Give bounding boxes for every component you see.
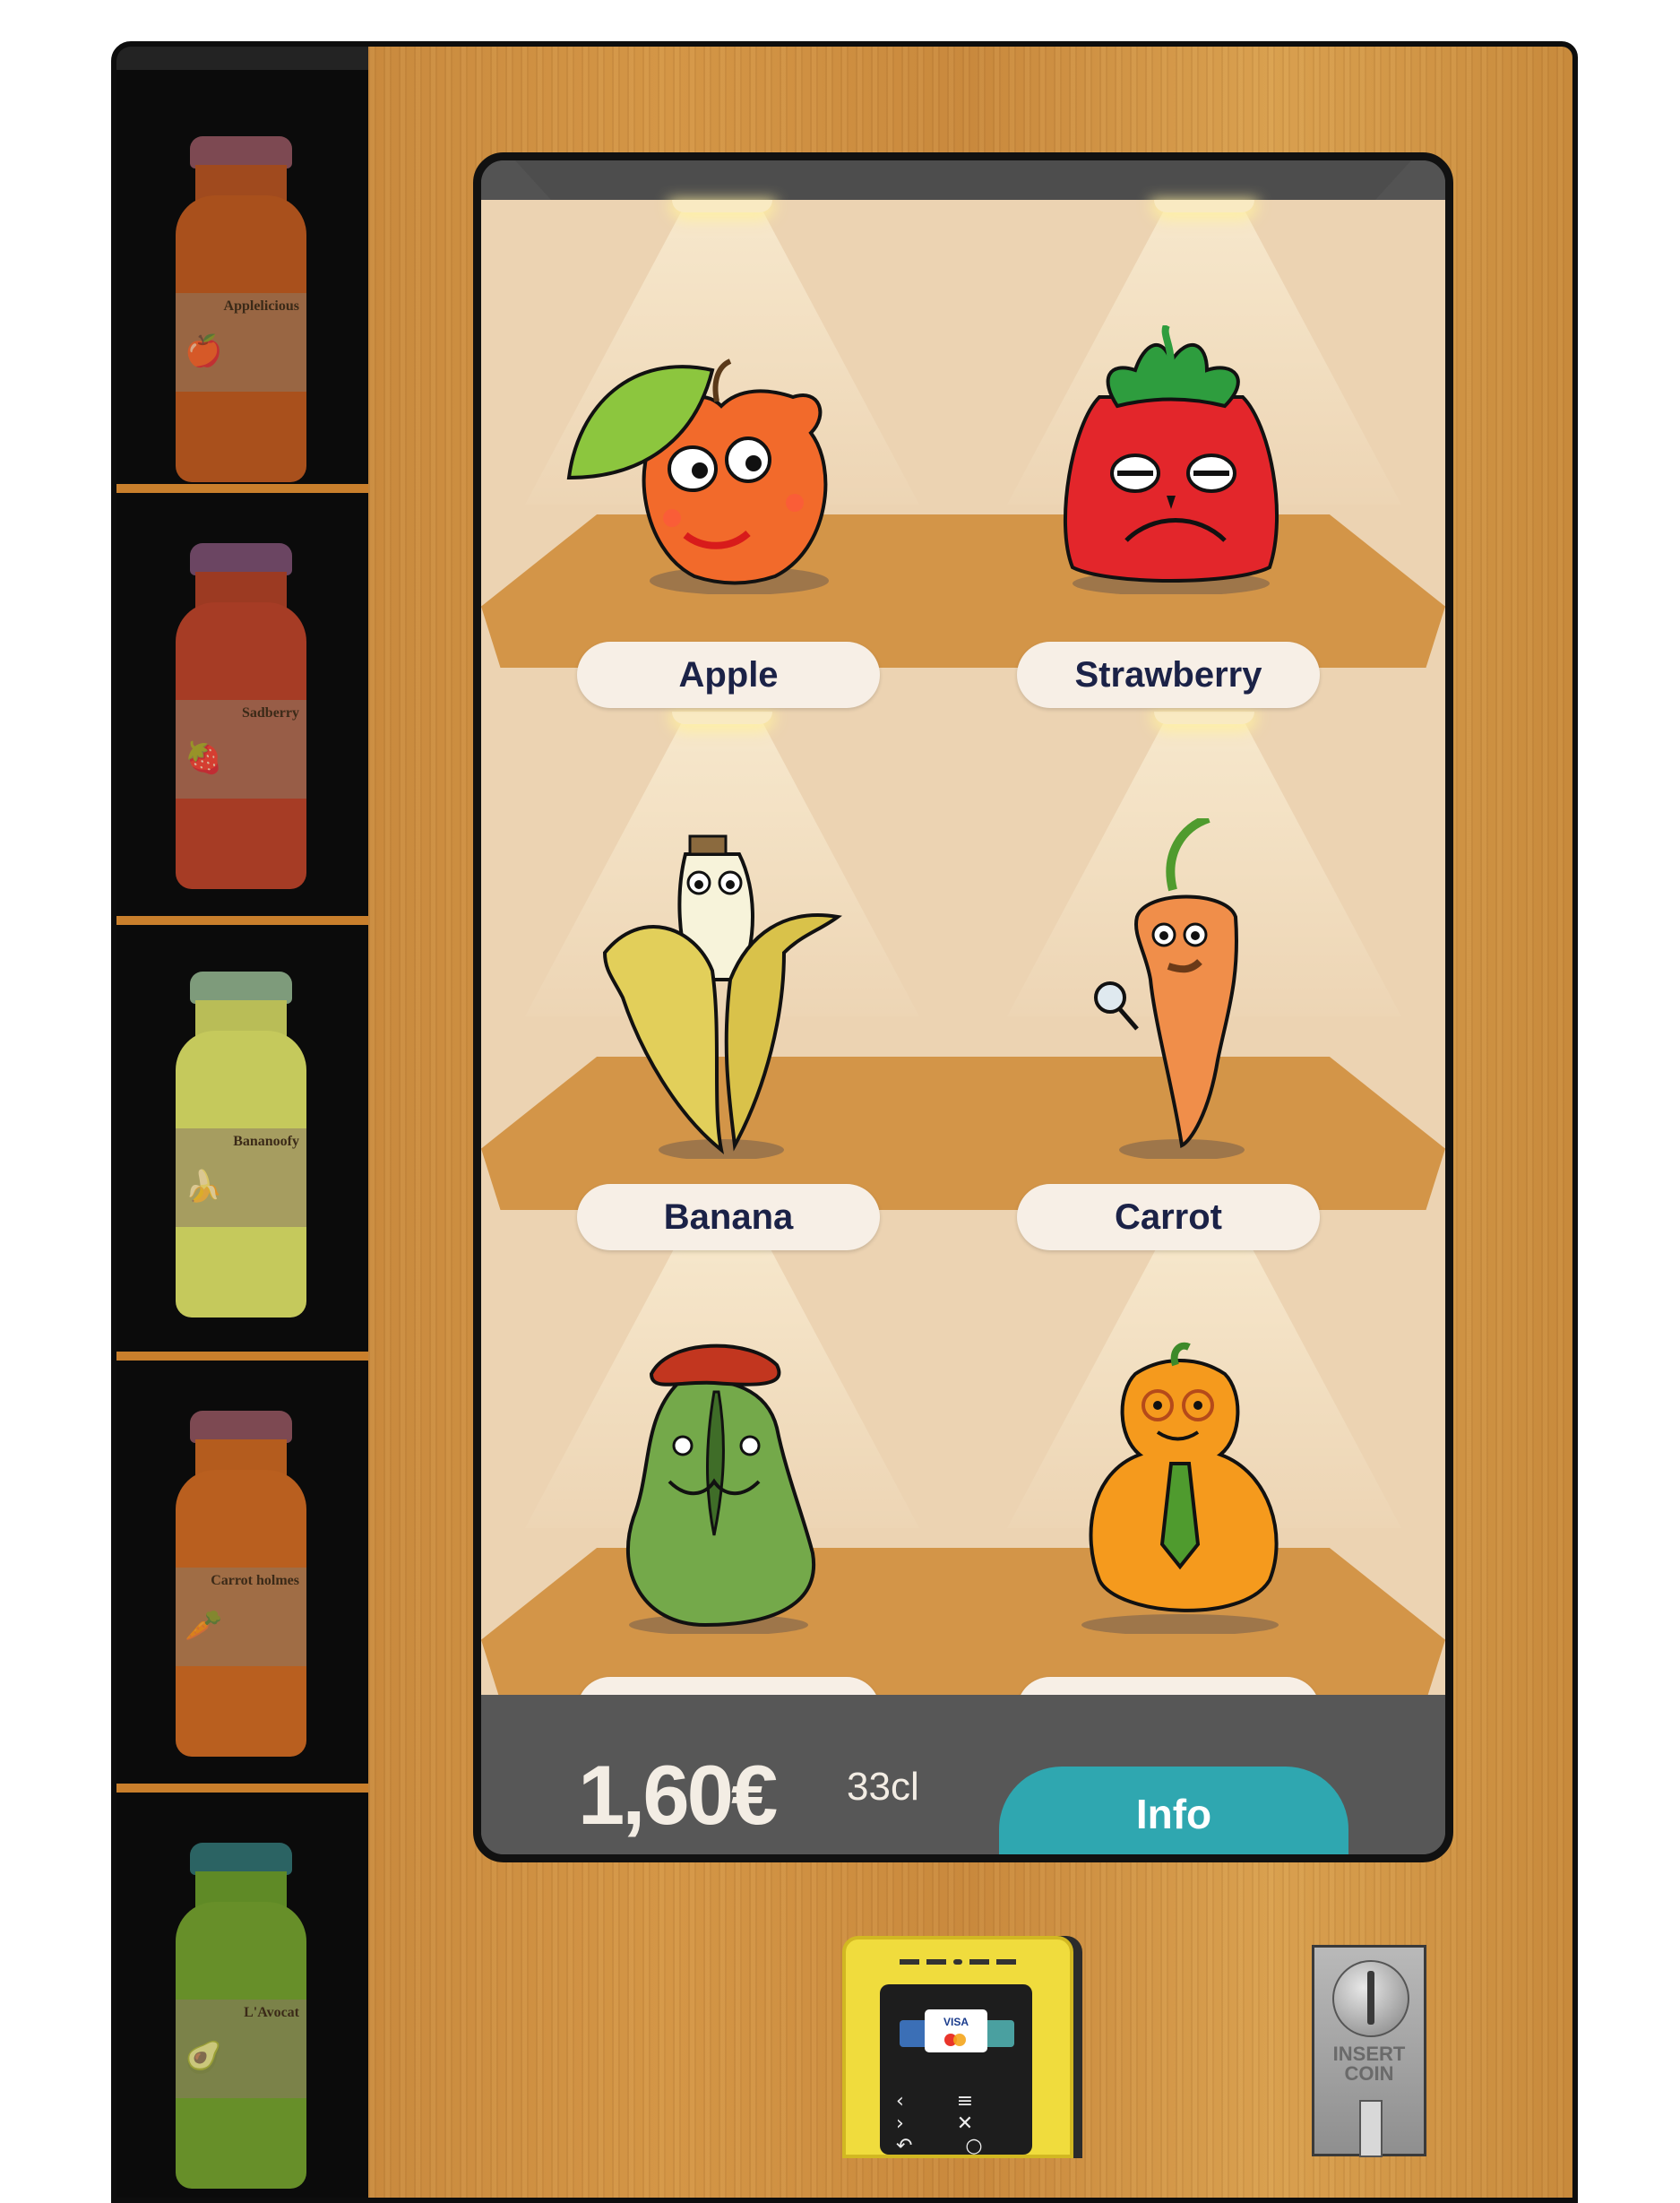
- coin-knob-icon[interactable]: [1332, 1960, 1409, 2037]
- bottle-slot-4: Carrot holmes 🥕: [116, 1361, 368, 1789]
- bottle-label: Sadberry: [242, 705, 299, 721]
- flavor-label-carrot[interactable]: Carrot: [1017, 1184, 1320, 1250]
- price-value: 1,60€: [578, 1748, 778, 1842]
- banana-mascot-icon: 🍌: [185, 1169, 223, 1205]
- bottle-slot-1: Applelicious 🍎: [116, 70, 368, 498]
- spotlight: [672, 200, 772, 212]
- bottle-slot-2: Sadberry 🍓: [116, 493, 368, 921]
- bottle-label: L'Avocat: [244, 2005, 299, 2020]
- bottle-label: Carrot holmes: [211, 1573, 299, 1588]
- bottle-label: Bananoofy: [233, 1134, 299, 1149]
- shelf-rail: [116, 1784, 368, 1793]
- coin-return-lever[interactable]: [1359, 2100, 1383, 2157]
- spotlight: [1154, 712, 1254, 724]
- strawberry-mascot-icon: 🍓: [185, 740, 223, 776]
- bottle-slot-5: L'Avocat 🥑: [116, 1793, 368, 2198]
- terminal-speaker-icon: [900, 1959, 1016, 1965]
- bottle-display-column: Applelicious 🍎 Sadberry 🍓 Bananoofy 🍌 Ca…: [116, 47, 368, 2198]
- flavor-label-apple[interactable]: Apple: [577, 642, 880, 708]
- price-bar: 1,60€ 33cl Info: [481, 1695, 1445, 1854]
- screen-top-bezel: [481, 160, 1445, 200]
- terminal-screen: VISA ‹ ≡ › ✕ ↶ ○: [880, 1984, 1032, 2157]
- flavor-label-strawberry[interactable]: Strawberry: [1017, 642, 1320, 708]
- payment-cards-icon: VISA: [900, 2009, 1014, 2052]
- shelf-rail: [116, 1352, 368, 1361]
- visa-text: VISA: [943, 2016, 969, 2028]
- coin-slot[interactable]: INSERT COIN: [1312, 1945, 1426, 2157]
- volume-value: 33cl: [847, 1765, 919, 1809]
- insert-coin-text: INSERT COIN: [1332, 2043, 1406, 2085]
- apple-mascot-icon: 🍎: [185, 333, 223, 369]
- terminal-keys-icon: ‹ ≡ › ✕ ↶ ○: [896, 2090, 1006, 2157]
- spotlight: [1154, 200, 1254, 212]
- shelf-rail: [116, 916, 368, 925]
- carrot-mascot-icon: 🥕: [185, 1608, 223, 1644]
- flavor-label-banana[interactable]: Banana: [577, 1184, 880, 1250]
- flavor-grid: Apple Strawberry Banana Carrot Avocado O…: [481, 200, 1445, 1743]
- avocado-mascot-icon: 🥑: [185, 2040, 223, 2076]
- strawberry-character-icon[interactable]: [1046, 325, 1297, 594]
- touch-screen: Apple Strawberry Banana Carrot Avocado O…: [473, 152, 1453, 1862]
- avocado-character-icon[interactable]: [607, 1338, 831, 1634]
- shelf-rail: [116, 484, 368, 493]
- orange-character-icon[interactable]: [1064, 1338, 1297, 1634]
- bottle-slot-3: Bananoofy 🍌: [116, 925, 368, 1353]
- bottle-label: Applelicious: [223, 298, 299, 314]
- display-top-bar: [116, 47, 368, 70]
- carrot-character-icon[interactable]: [1083, 818, 1280, 1159]
- banana-character-icon[interactable]: [587, 818, 856, 1159]
- info-button[interactable]: Info: [999, 1767, 1348, 1854]
- card-payment-terminal[interactable]: VISA ‹ ≡ › ✕ ↶ ○: [842, 1936, 1073, 2158]
- apple-character-icon[interactable]: [560, 325, 856, 594]
- spotlight: [672, 712, 772, 724]
